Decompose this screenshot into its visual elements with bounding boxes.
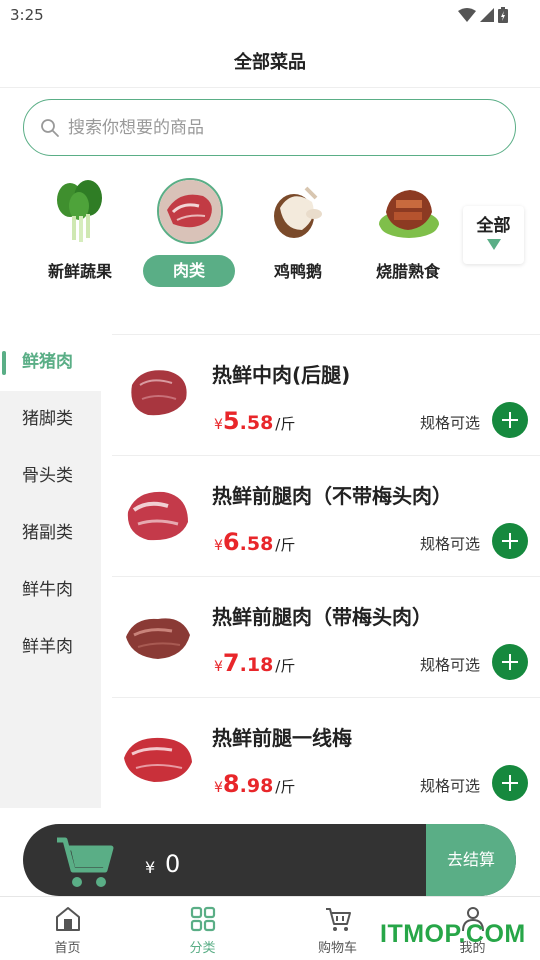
category-label: 鸡鸭鹅 (273, 262, 322, 281)
product-price: ¥7.18/斤 (214, 649, 295, 677)
sidebar-item-fresh-pork[interactable]: 鲜猪肉 (0, 334, 101, 391)
product-name: 热鲜前腿肉（带梅头肉） (212, 605, 432, 629)
search-bar[interactable] (23, 99, 516, 156)
status-icons (458, 7, 508, 23)
product-price: ¥8.98/斤 (214, 770, 295, 798)
price-currency: ¥ (214, 780, 223, 796)
product-item[interactable]: 热鲜中肉(后腿) ¥5.58/斤 规格可选 (112, 334, 540, 455)
price-currency: ¥ (214, 538, 223, 554)
category-cured-meat[interactable]: 烧腊熟食 (358, 178, 458, 290)
subcategory-sidebar: 鲜猪肉 猪脚类 骨头类 猪副类 鲜牛肉 鲜羊肉 (0, 334, 101, 808)
category-label: 新鲜蔬果 (47, 262, 112, 281)
sidebar-item-fresh-beef[interactable]: 鲜牛肉 (0, 562, 101, 619)
price-unit: /斤 (275, 657, 296, 675)
all-categories-label: 全部 (476, 216, 511, 236)
price-integer: 8 (222, 770, 240, 798)
price-unit: /斤 (275, 536, 296, 554)
price-decimal: .98 (239, 775, 274, 797)
product-name: 热鲜前腿肉（不带梅头肉） (212, 484, 452, 508)
category-meat[interactable]: 肉类 (139, 178, 239, 290)
cart-total: 0 (165, 850, 181, 878)
product-item[interactable]: 热鲜前腿一线梅 ¥8.98/斤 规格可选 (112, 697, 540, 818)
price-unit: /斤 (275, 415, 296, 433)
tab-category[interactable]: 分类 (135, 897, 270, 960)
product-item[interactable]: 热鲜前腿肉（带梅头肉） ¥7.18/斤 规格可选 (112, 576, 540, 697)
category-grid-icon (190, 906, 216, 932)
tab-home[interactable]: 首页 (0, 897, 135, 960)
sidebar-item-label: 猪副类 (22, 523, 73, 543)
search-input[interactable] (68, 100, 488, 155)
spec-selectable-label: 规格可选 (420, 656, 481, 674)
price-decimal: .18 (239, 654, 274, 676)
price-decimal: .58 (239, 412, 274, 434)
price-integer: 6 (222, 528, 240, 556)
all-categories-toggle[interactable]: 全部 (463, 206, 524, 264)
add-to-cart-button[interactable] (492, 402, 528, 438)
add-to-cart-button[interactable] (492, 644, 528, 680)
search-icon (41, 119, 59, 137)
home-icon (56, 907, 80, 931)
product-price: ¥5.58/斤 (214, 407, 295, 435)
price-integer: 7 (222, 649, 240, 677)
product-item[interactable]: 热鲜前腿肉（不带梅头肉） ¥6.58/斤 规格可选 (112, 455, 540, 576)
triangle-down-icon (486, 239, 501, 250)
sidebar-item-label: 猪脚类 (22, 409, 73, 429)
product-image (118, 718, 198, 798)
product-image (118, 355, 198, 435)
sidebar-item-pig-trotters[interactable]: 猪脚类 (0, 391, 101, 448)
add-to-cart-button[interactable] (492, 765, 528, 801)
price-integer: 5 (222, 407, 240, 435)
sidebar-item-fresh-lamb[interactable]: 鲜羊肉 (0, 619, 101, 676)
product-name: 热鲜中肉(后腿) (212, 363, 351, 387)
watermark: ITMOP.COM (380, 920, 526, 948)
product-image (118, 597, 198, 677)
cart-bar: ¥ 0 去结算 (23, 824, 516, 896)
spec-selectable-label: 规格可选 (420, 535, 481, 553)
page-header: 全部菜品 (0, 34, 540, 88)
status-bar: 3:25 (0, 0, 540, 34)
price-decimal: .58 (239, 533, 274, 555)
category-label: 烧腊熟食 (375, 262, 440, 281)
price-unit: /斤 (275, 778, 296, 796)
cart-icon (326, 908, 351, 931)
page-title: 全部菜品 (234, 52, 306, 73)
shopping-cart-icon[interactable] (55, 834, 115, 890)
sidebar-item-label: 鲜猪肉 (22, 352, 73, 372)
checkout-button[interactable]: 去结算 (426, 824, 516, 896)
meat-image (157, 178, 223, 244)
tab-label: 分类 (189, 941, 216, 956)
category-label: 肉类 (143, 255, 235, 287)
add-to-cart-button[interactable] (492, 523, 528, 559)
cured-meat-image (376, 178, 442, 244)
sidebar-item-pork-offal[interactable]: 猪副类 (0, 505, 101, 562)
price-currency: ¥ (214, 659, 223, 675)
spec-selectable-label: 规格可选 (420, 777, 481, 795)
category-poultry[interactable]: 鸡鸭鹅 (248, 178, 348, 290)
product-price: ¥6.58/斤 (214, 528, 295, 556)
vegetables-image (48, 178, 114, 244)
wifi-icon (458, 8, 476, 22)
poultry-image (266, 178, 332, 244)
battery-icon (498, 7, 508, 23)
active-indicator (2, 351, 6, 375)
status-time: 3:25 (10, 6, 44, 24)
sidebar-item-label: 骨头类 (22, 466, 73, 486)
product-name: 热鲜前腿一线梅 (212, 726, 352, 750)
cart-currency: ¥ (145, 858, 156, 877)
signal-icon (480, 8, 494, 22)
tab-label: 首页 (54, 941, 81, 956)
sidebar-item-bones[interactable]: 骨头类 (0, 448, 101, 505)
sidebar-item-label: 鲜羊肉 (22, 637, 73, 657)
spec-selectable-label: 规格可选 (420, 414, 481, 432)
sidebar-item-label: 鲜牛肉 (22, 580, 73, 600)
product-image (118, 476, 198, 556)
price-currency: ¥ (214, 417, 223, 433)
category-vegetables[interactable]: 新鲜蔬果 (30, 178, 130, 290)
